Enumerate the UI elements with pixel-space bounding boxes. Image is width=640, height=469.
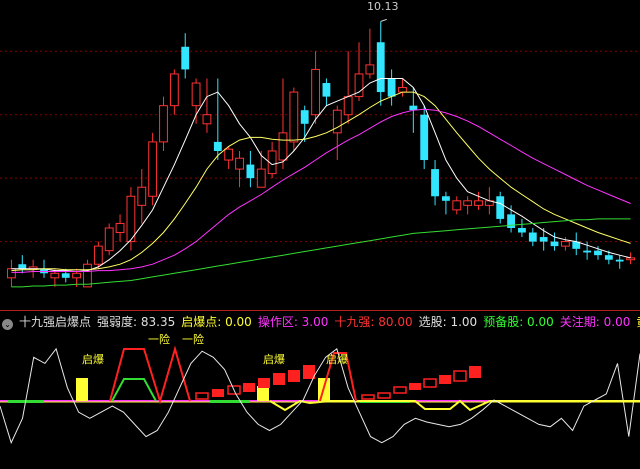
strength-box-red (243, 383, 255, 392)
indicator-field: 十九强: 80.00 (334, 315, 413, 329)
strength-box-red (469, 366, 481, 378)
candle-body-up (202, 114, 212, 125)
indicator-field: 强弱度: 83.35 (97, 315, 176, 329)
candle-body-down (181, 46, 190, 70)
candle-body-up (474, 200, 483, 206)
moving-average-ma20 (11, 108, 631, 273)
candle-body-down (61, 273, 70, 278)
candle-body-up (148, 141, 158, 197)
candle-body-up (311, 68, 320, 116)
strength-box-red (409, 383, 421, 390)
candle-body-down (387, 78, 396, 97)
candle-body-up (463, 200, 473, 206)
strength-box-red (439, 375, 451, 384)
breakout-bar (257, 386, 269, 401)
candle-body-up (365, 64, 375, 75)
candle-body-up (137, 186, 147, 206)
candle-body-down (550, 241, 559, 247)
indicator-field: 关注期: 0.00 (559, 315, 631, 329)
candle-body-down (539, 237, 548, 242)
indicator-field: 启爆点: 0.00 (181, 315, 252, 329)
moving-average-ma60 (11, 218, 631, 288)
candle-body-down (604, 255, 613, 260)
candle-body-up (256, 168, 266, 188)
candle-body-down (18, 264, 27, 269)
candle-body-up (104, 227, 114, 252)
candle-body-down (300, 110, 309, 124)
signal-annotation: 启爆 (326, 352, 348, 366)
candle-body-up (398, 87, 407, 93)
indicator-field: 选股: 1.00 (418, 315, 478, 329)
high-marker (380, 18, 387, 22)
candle-body-down (583, 250, 592, 253)
indicator-field: 黄金坑: 0 (636, 315, 640, 329)
candle-body-up (50, 272, 60, 279)
candle-body-up (159, 105, 168, 143)
candle-body-down (322, 83, 331, 97)
strength-box-red (288, 370, 300, 382)
candle-body-up (343, 96, 353, 116)
indicator-info-bar: ⌄ 十九强启爆点 强弱度: 83.35 启爆点: 0.00 操作区: 3.00 十九强: … (0, 313, 640, 331)
indicator-field: 预备股: 0.00 (483, 315, 554, 329)
nineteen-strong-line (109, 345, 191, 405)
collapse-toggle-icon[interactable]: ⌄ (2, 319, 13, 330)
strength-box-white (361, 394, 375, 400)
strength-box-red (303, 365, 315, 379)
signal-annotation: 启爆 (263, 352, 285, 366)
candle-body-down (518, 227, 526, 233)
strength-box-red (258, 378, 270, 388)
candle-body-down (213, 141, 222, 151)
stock-chart-window: 10.13 ⌄ 十九强启爆点 强弱度: 83.35 启爆点: 0.00 操作区: 3.0… (0, 0, 640, 469)
moving-average-ma10 (11, 91, 631, 272)
candle-body-down (376, 42, 385, 93)
candle-body-up (452, 200, 462, 211)
indicator-chart[interactable]: 启爆 一险 一险启爆 启爆 (0, 331, 640, 469)
strength-box-white (195, 392, 209, 400)
candle-body-up (93, 245, 103, 265)
candle-body-up (289, 91, 299, 143)
candle-body-up (235, 157, 244, 170)
candle-body-up (626, 257, 635, 261)
candle-body-down (615, 259, 624, 262)
candle-body-down (420, 114, 429, 161)
candle-body-down (431, 169, 439, 197)
panel-divider[interactable] (0, 310, 640, 311)
candle-body-up (191, 82, 201, 107)
price-candlestick-chart[interactable] (0, 0, 640, 310)
candle-body-up (169, 73, 179, 107)
strength-box-white (453, 370, 467, 382)
candle-body-down (442, 196, 450, 201)
candle-body-up (560, 241, 570, 247)
candle-body-up (126, 195, 136, 243)
candle-body-up (224, 148, 234, 161)
candle-body-down (528, 232, 537, 242)
signal-annotation: 一险 (148, 332, 170, 346)
strength-box-white (393, 386, 407, 394)
ready-stock-bar (210, 400, 250, 403)
strength-box-white (377, 392, 391, 399)
candle-body-down (246, 164, 255, 179)
signal-annotation: 启爆 (82, 352, 104, 366)
strength-box-red (212, 389, 224, 397)
high-price-label: 10.13 (367, 0, 399, 13)
signal-annotation: 一险 (182, 332, 204, 346)
candle-body-down (496, 196, 505, 219)
moving-average-ma5 (11, 78, 631, 273)
candle-body-up (72, 272, 82, 279)
ready-stock-line (111, 378, 157, 402)
candle-body-down (594, 250, 602, 256)
candle-body-up (332, 109, 342, 134)
strength-box-red (273, 373, 285, 385)
candle-body-up (115, 222, 125, 234)
indicator-field: 操作区: 3.00 (257, 315, 329, 329)
breakout-bar (76, 378, 88, 401)
indicator-name[interactable]: 十九强启爆点 (19, 315, 91, 329)
indicator-fields: 强弱度: 83.35 启爆点: 0.00 操作区: 3.00 十九强: 80.00 选股… (97, 315, 640, 329)
candle-body-up (278, 132, 288, 161)
strength-box-white (423, 378, 437, 388)
